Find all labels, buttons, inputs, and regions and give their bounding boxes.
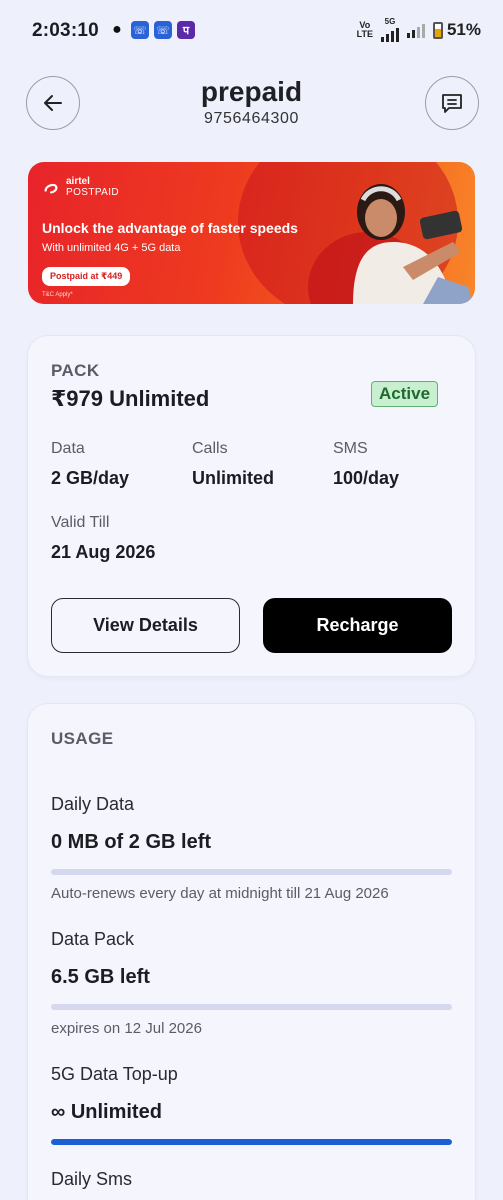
airtel-swirl-icon <box>44 183 58 194</box>
recharge-button[interactable]: Recharge <box>263 598 452 653</box>
calls-value: Unlimited <box>192 468 275 488</box>
usage-item-value: ∞ Unlimited <box>51 1101 162 1123</box>
promo-banner[interactable]: airtel POSTPAID Unlock the advantage of … <box>28 162 475 304</box>
usage-caption: USAGE <box>51 729 114 748</box>
phonepe-icon: प <box>177 21 195 39</box>
battery-percent: 51% <box>446 20 481 39</box>
usage-item-title: Daily Data <box>51 794 135 814</box>
person-with-phone-illustration <box>353 184 473 304</box>
phone-app-icon: ☏ <box>131 21 149 39</box>
sms-value: 100/day <box>333 468 400 488</box>
chat-support-button[interactable] <box>425 76 479 130</box>
signal-icon <box>406 22 425 38</box>
battery-icon: 51% <box>432 20 481 40</box>
clock: 2:03:10 <box>32 20 99 41</box>
usage-item-title: Data Pack <box>51 929 135 949</box>
notification-icons: ● ☏ ☏ प <box>108 21 195 39</box>
status-bar: 2:03:10 ● ☏ ☏ प Vo LTE 5G 51% <box>0 0 503 62</box>
status-badge: Active <box>371 381 439 407</box>
valid-till-label: Valid Till <box>51 514 110 531</box>
view-details-button[interactable]: View Details <box>51 598 240 653</box>
usage-item-note: Auto-renews every day at midnight till 2… <box>51 885 389 902</box>
usage-item-note: expires on 12 Jul 2026 <box>51 1020 202 1037</box>
pack-name: ₹979 Unlimited <box>51 386 210 411</box>
phone-app-icon: ☏ <box>154 21 172 39</box>
data-label: Data <box>51 440 85 457</box>
usage-item-title: 5G Data Top-up <box>51 1064 178 1084</box>
sms-label: SMS <box>333 440 368 457</box>
airtel-logo: airtel POSTPAID <box>42 176 119 198</box>
calls-label: Calls <box>192 440 228 457</box>
banner-subline: With unlimited 4G + 5G data <box>42 242 181 254</box>
data-value: 2 GB/day <box>51 468 130 488</box>
usage-progress-bar <box>51 1139 452 1145</box>
valid-till-value: 21 Aug 2026 <box>51 542 156 562</box>
usage-item-value: 6.5 GB left <box>51 966 150 988</box>
pack-card: PACK ₹979 Unlimited Active Data 2 GB/day… <box>28 336 475 676</box>
volte-icon: Vo LTE <box>356 20 373 39</box>
message-icon <box>442 94 462 113</box>
terms-text: T&C Apply* <box>42 292 73 298</box>
postpaid-cta[interactable]: Postpaid at ₹449 <box>42 267 131 286</box>
usage-item-value: 0 MB of 2 GB left <box>51 831 212 853</box>
usage-progress-bar <box>51 869 452 875</box>
brand-name: airtel <box>66 176 90 187</box>
brand-sub: POSTPAID <box>66 187 120 198</box>
signal-5g-icon: 5G <box>380 18 399 42</box>
usage-progress-bar <box>51 1004 452 1010</box>
usage-item-title: Daily Sms <box>51 1169 133 1189</box>
system-icons: Vo LTE 5G 51% <box>357 18 481 42</box>
usage-card: USAGE Daily Data 0 MB of 2 GB left Auto-… <box>28 704 475 1200</box>
pack-caption: PACK <box>51 361 100 380</box>
chat-bubble-icon: ● <box>112 21 122 38</box>
banner-headline: Unlock the advantage of faster speeds <box>42 220 298 236</box>
